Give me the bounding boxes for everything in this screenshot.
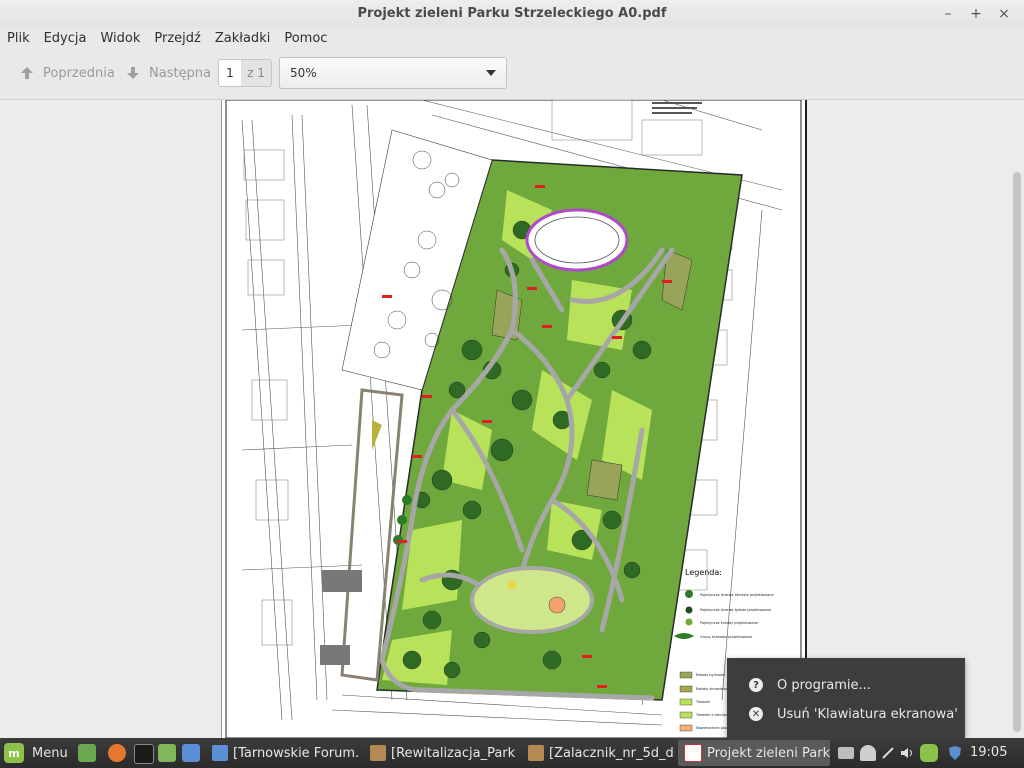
- user-icon[interactable]: [860, 745, 876, 761]
- about-label: O programie...: [777, 677, 871, 693]
- arrow-down-icon: [127, 67, 139, 79]
- mint-update-icon[interactable]: [920, 744, 938, 762]
- keyboard-icon[interactable]: [838, 747, 854, 759]
- pdf-page: Legenda: Pojedyncze drzewa liściaste pro…: [221, 100, 807, 738]
- page-total: z 1: [241, 59, 272, 87]
- archive-icon: [370, 745, 386, 761]
- pdf-icon: [684, 744, 702, 762]
- files-icon[interactable]: [158, 744, 176, 762]
- browser-icon: [212, 745, 228, 761]
- clock[interactable]: 19:05: [970, 745, 1007, 760]
- toolbar: Poprzednia Następna z 1 50%: [0, 49, 1024, 100]
- menu-help[interactable]: Pomoc: [277, 31, 334, 46]
- start-menu-label: Menu: [32, 745, 68, 761]
- terminal-icon[interactable]: [134, 744, 154, 764]
- archive-icon: [528, 745, 544, 761]
- page-number-input[interactable]: [218, 59, 242, 87]
- task-rewitalizacja[interactable]: [Rewitalizacja_Park...: [364, 740, 516, 766]
- legend-item: Trawniki: [695, 700, 710, 704]
- shield-icon[interactable]: [947, 745, 963, 761]
- maximize-button[interactable]: +: [962, 6, 990, 22]
- menu-bookmarks[interactable]: Zakładki: [208, 31, 277, 46]
- legend-item: Pojedyncze drzewa iglaste projektowane: [700, 608, 771, 612]
- legend-item: Pojedyncze drzewa liściaste projektowane: [700, 593, 774, 597]
- menu-go[interactable]: Przejdź: [147, 31, 207, 46]
- question-icon: ?: [749, 678, 763, 692]
- menu-view[interactable]: Widok: [93, 31, 147, 46]
- dropdown-arrow-icon: [486, 70, 496, 76]
- next-page-label: Następna: [149, 65, 212, 81]
- network-icon[interactable]: [880, 745, 896, 761]
- legend-item: Grupy krzewów projektowane: [700, 635, 752, 639]
- taskbar: m Menu [Tarnowskie Forum... [Rewitalizac…: [0, 738, 1024, 768]
- context-menu: ? O programie... ✕ Usuń 'Klawiatura ekra…: [727, 658, 965, 738]
- window-title: Projekt zieleni Parku Strzeleckiego A0.p…: [357, 6, 667, 21]
- legend: [674, 590, 694, 732]
- volume-icon[interactable]: [899, 745, 915, 761]
- legend-title: Legenda:: [685, 568, 722, 577]
- legend-item: Rabaty zimozielone: [696, 687, 730, 691]
- remove-icon: ✕: [749, 707, 763, 721]
- menu-edit[interactable]: Edycja: [37, 31, 94, 46]
- about-menu-item[interactable]: ? O programie...: [727, 672, 871, 698]
- menu-bar: Plik Edycja Widok Przejdź Zakładki Pomoc: [0, 27, 1024, 49]
- legend-item: Rabaty bylinowe: [696, 673, 725, 677]
- next-page-button[interactable]: Następna: [126, 62, 211, 84]
- task-label: [Tarnowskie Forum...: [233, 745, 358, 761]
- browser-icon[interactable]: [182, 744, 200, 762]
- zoom-select[interactable]: 50%: [279, 57, 507, 89]
- title-bar: Projekt zieleni Parku Strzeleckiego A0.p…: [0, 0, 1024, 27]
- zoom-value: 50%: [290, 66, 317, 80]
- show-desktop-icon[interactable]: [78, 744, 96, 762]
- window-controls: – + ×: [934, 0, 1018, 27]
- legend-item: Pojedyncze krzewy projektowane: [700, 621, 758, 625]
- task-projekt-zieleni[interactable]: Projekt zieleni Park...: [678, 740, 830, 766]
- remove-label: Usuń 'Klawiatura ekranowa': [777, 706, 958, 722]
- menu-file[interactable]: Plik: [0, 31, 37, 46]
- vertical-scrollbar[interactable]: [1013, 172, 1021, 732]
- park-plan-drawing: Legenda: Pojedyncze drzewa liściaste pro…: [225, 100, 802, 738]
- task-label: Projekt zieleni Park...: [707, 745, 830, 761]
- minimize-button[interactable]: –: [934, 6, 962, 22]
- start-menu-button[interactable]: m Menu: [4, 743, 68, 763]
- firefox-icon[interactable]: [108, 744, 126, 762]
- close-button[interactable]: ×: [990, 6, 1018, 22]
- mint-logo-icon: m: [4, 743, 24, 763]
- remove-applet-menu-item[interactable]: ✕ Usuń 'Klawiatura ekranowa': [727, 701, 958, 727]
- previous-page-label: Poprzednia: [43, 65, 115, 81]
- previous-page-button[interactable]: Poprzednia: [20, 62, 115, 84]
- task-label: [Rewitalizacja_Park...: [391, 745, 516, 761]
- document-view[interactable]: Legenda: Pojedyncze drzewa liściaste pro…: [0, 100, 1024, 738]
- task-zalacznik[interactable]: [Zalacznik_nr_5d_d...: [522, 740, 674, 766]
- task-label: [Zalacznik_nr_5d_d...: [549, 745, 674, 761]
- task-tarnowskie-forum[interactable]: [Tarnowskie Forum...: [206, 740, 358, 766]
- arrow-up-icon: [21, 67, 33, 79]
